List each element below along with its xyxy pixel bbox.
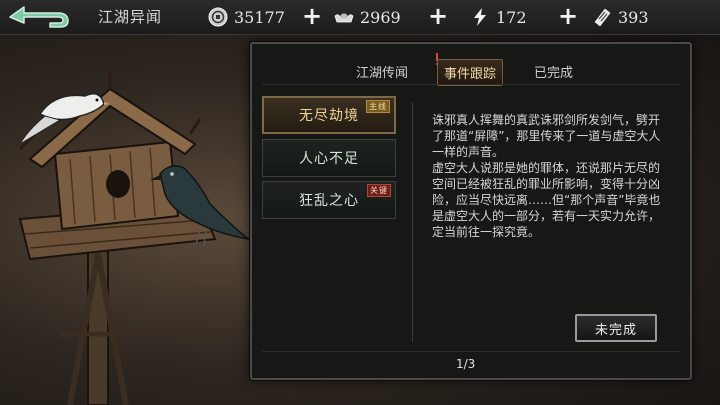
coin-value: 35177: [234, 7, 285, 27]
page-title: 江湖异闻: [98, 8, 163, 26]
tab-event-tracking[interactable]: 事件跟踪: [437, 59, 504, 86]
add-stamina-button[interactable]: +: [558, 4, 578, 28]
birdhouse-hole: [106, 170, 130, 198]
add-ingot-button[interactable]: +: [428, 4, 448, 28]
stamina-counter: 172: [470, 5, 527, 29]
content-divider: [412, 102, 413, 342]
tab-completed[interactable]: 已完成: [534, 62, 573, 81]
stamina-value: 172: [496, 7, 527, 27]
page-indicator: 1/3: [456, 357, 476, 371]
event-panel: 江湖传闻 事件跟踪 已完成 无尽劫境 主线 人心不足 狂乱之心 关键 诛邪真人挥…: [250, 42, 692, 380]
key-badge: 关键: [367, 184, 391, 197]
top-bar: 江湖异闻 35177 + 2969 + 172 + 393: [0, 0, 720, 35]
event-item-human-greed[interactable]: 人心不足: [262, 139, 396, 177]
tab-rumors[interactable]: 江湖传闻: [356, 62, 408, 81]
ticket-value: 393: [618, 7, 649, 27]
back-arrow-icon: [9, 6, 69, 28]
silver-ingot-icon: [334, 13, 354, 23]
pager-divider: [262, 351, 680, 352]
coin-icon: [208, 7, 228, 27]
event-item-label: 无尽劫境: [299, 108, 359, 124]
main-quest-badge: 主线: [366, 100, 390, 113]
event-item-label: 狂乱之心: [299, 193, 359, 209]
event-item-label: 人心不足: [299, 151, 359, 167]
birdhouse-scene: [18, 72, 251, 405]
ticket-counter: 393: [592, 5, 649, 29]
ingot-value: 2969: [360, 7, 401, 27]
ingot-counter: 2969: [334, 5, 401, 29]
add-coin-button[interactable]: +: [302, 4, 322, 28]
tab-divider: [262, 84, 680, 85]
ticket-icon: [594, 8, 611, 27]
event-item-endless-realm[interactable]: 无尽劫境 主线: [262, 96, 396, 134]
event-item-frenzied-heart[interactable]: 狂乱之心 关键: [262, 181, 396, 219]
back-button[interactable]: [6, 4, 72, 30]
event-description: 诛邪真人挥舞的真武诛邪剑所发剑气，劈开了那道“屏障”，那里传来了一道与虚空大人一…: [432, 113, 661, 239]
coin-counter: 35177: [208, 5, 285, 29]
lightning-icon: [474, 8, 486, 26]
incomplete-status-button[interactable]: 未完成: [575, 314, 657, 342]
